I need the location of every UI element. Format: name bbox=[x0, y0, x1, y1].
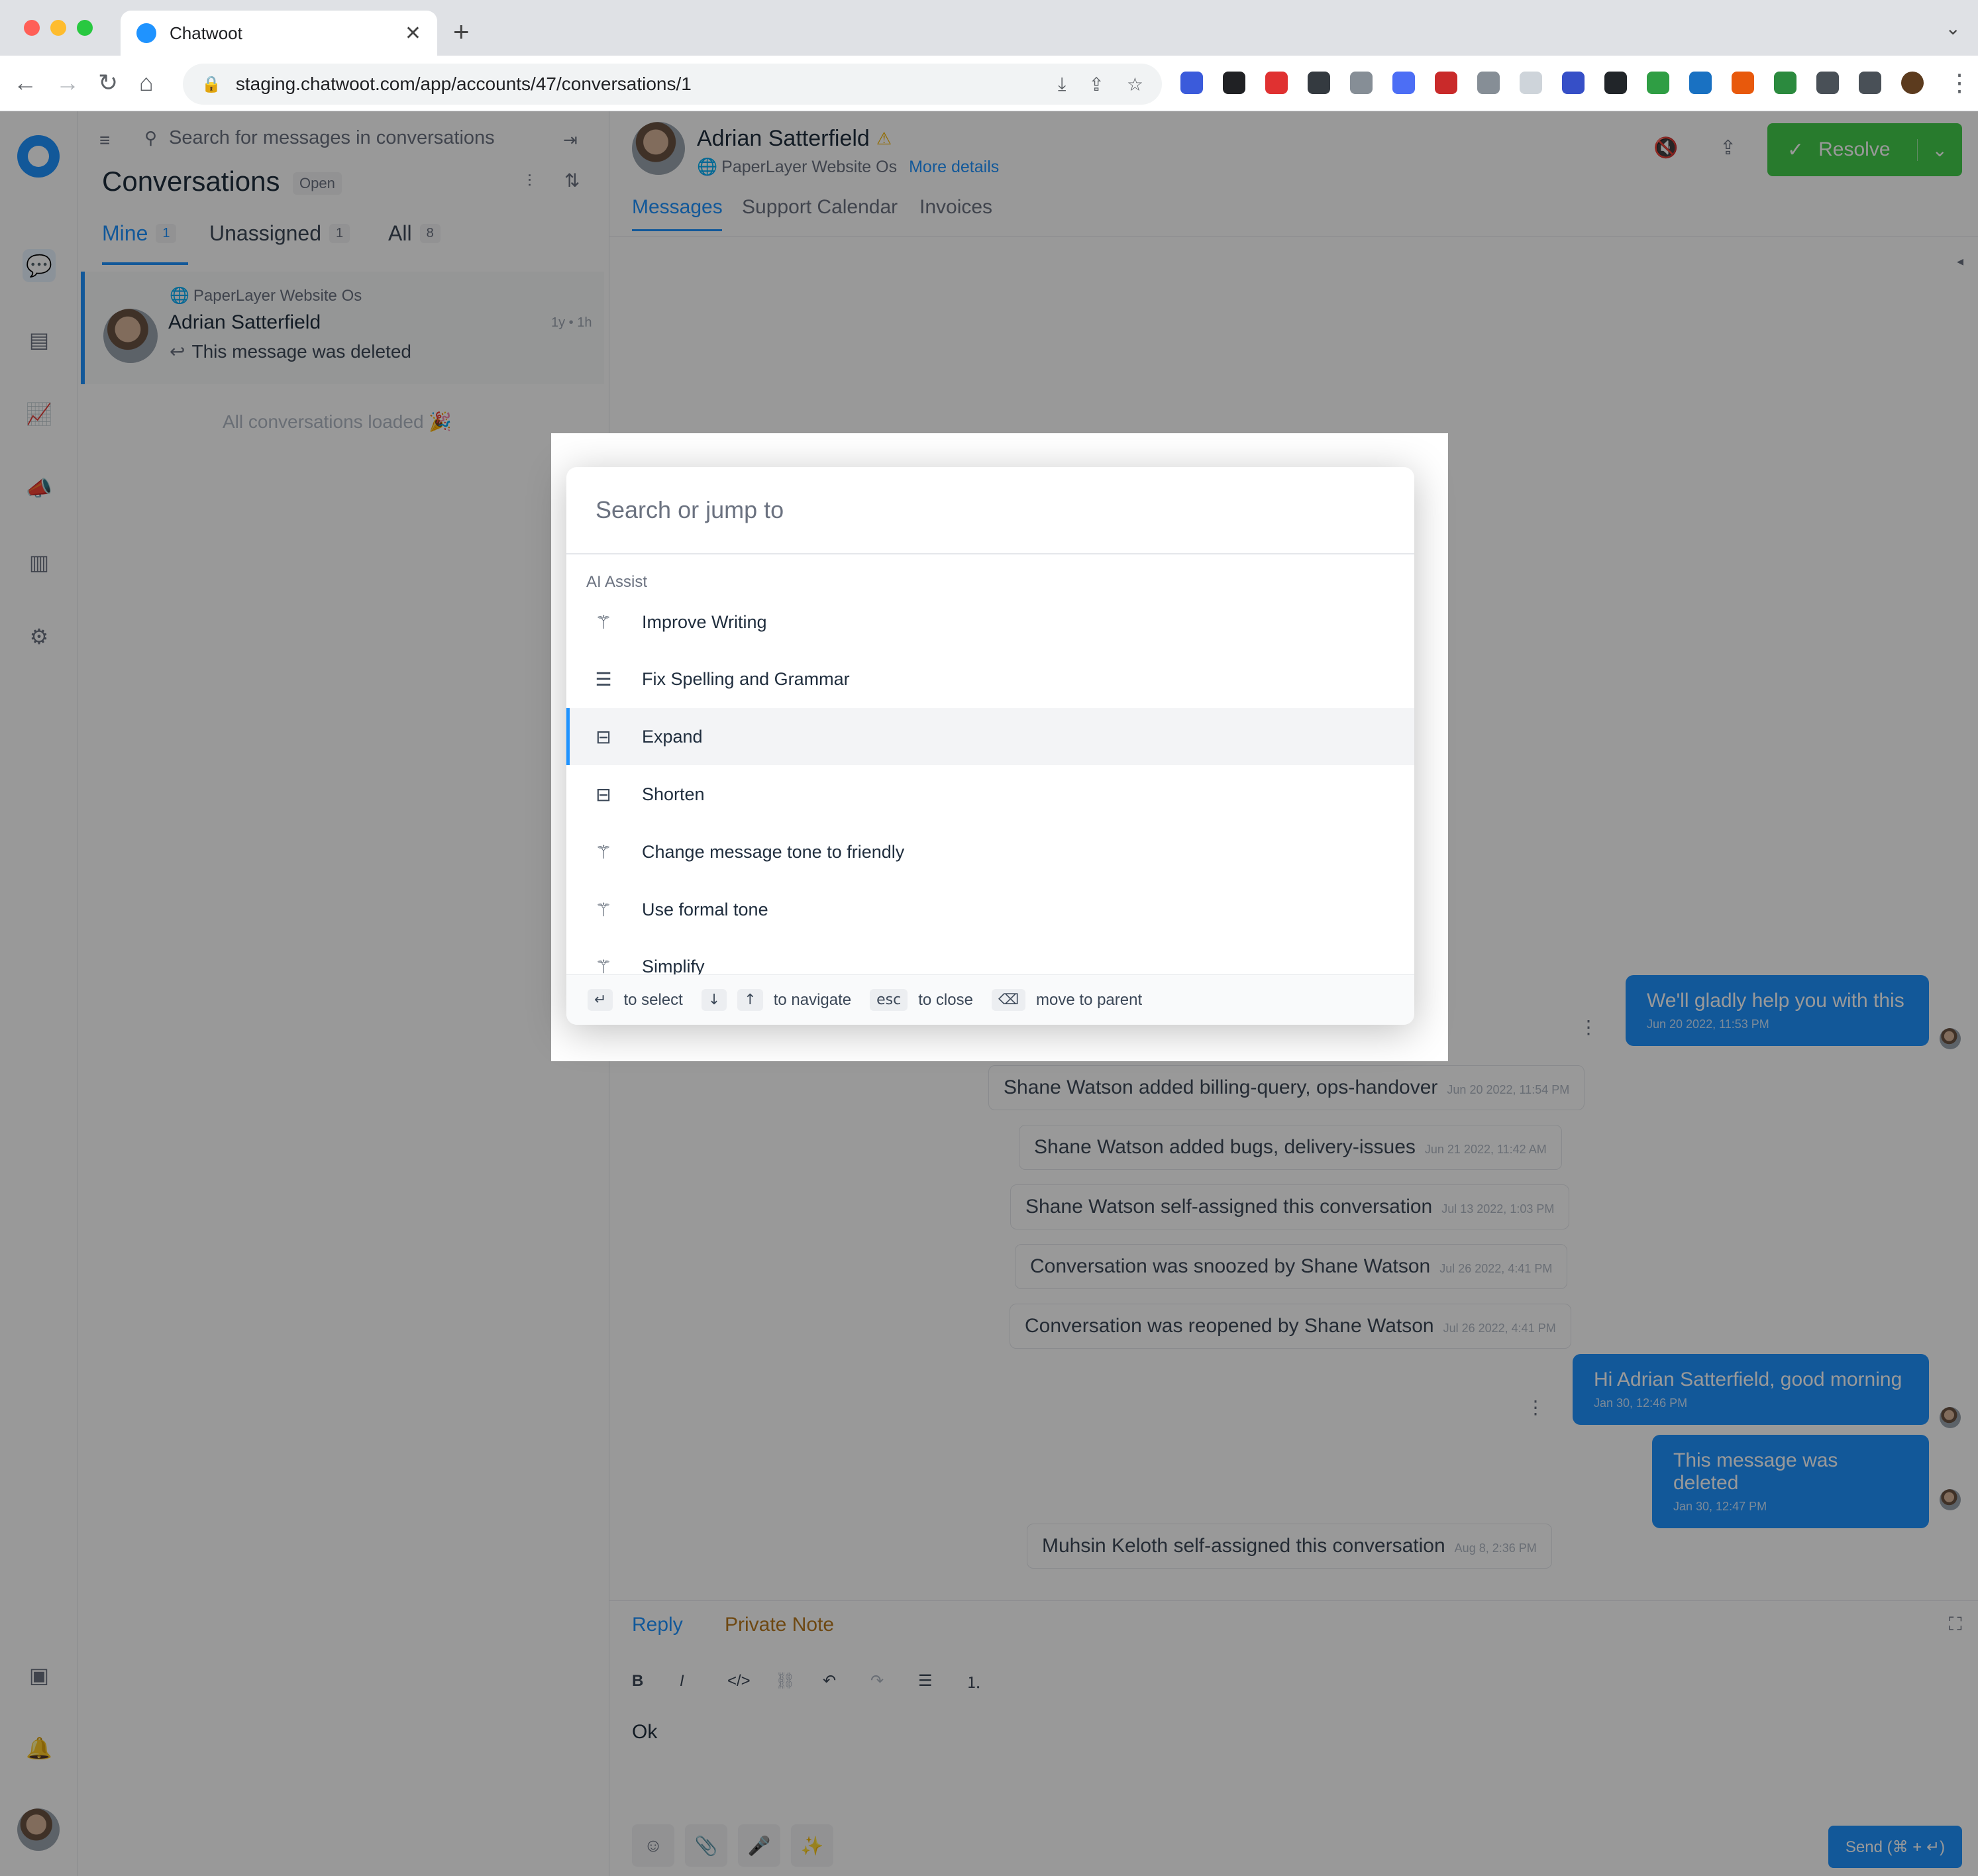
command-shorten[interactable]: ⊟ Shorten bbox=[566, 766, 1414, 823]
magic-wand-icon: ⚚ bbox=[595, 899, 612, 920]
hint-parent: ⌫ move to parent bbox=[991, 989, 1143, 1011]
shorten-text-icon: ⊟ bbox=[596, 784, 611, 805]
new-tab-button[interactable]: + bbox=[453, 16, 470, 48]
hint-text: move to parent bbox=[1036, 990, 1143, 1009]
expand-text-icon: ⊟ bbox=[596, 726, 611, 747]
browser-tab[interactable]: Chatwoot ✕ bbox=[121, 11, 437, 56]
enter-key-icon: ↵ bbox=[588, 989, 613, 1011]
esc-key: esc bbox=[870, 989, 908, 1011]
hint-close: esc to close bbox=[870, 989, 973, 1011]
command-formal-tone[interactable]: ⚚ Use formal tone bbox=[566, 881, 1414, 938]
extension-icon[interactable] bbox=[1689, 72, 1712, 94]
share-icon[interactable]: ⇪ bbox=[1088, 74, 1104, 95]
hint-text: to navigate bbox=[773, 990, 852, 1009]
extension-icon[interactable] bbox=[1562, 72, 1585, 94]
maximize-window-button[interactable] bbox=[77, 20, 93, 36]
extension-icon[interactable] bbox=[1520, 72, 1542, 94]
command-label: Change message tone to friendly bbox=[642, 841, 905, 862]
command-palette-footer: ↵ to select ↓ ↑ to navigate esc to close… bbox=[566, 974, 1414, 1025]
hint-navigate: ↓ ↑ to navigate bbox=[701, 989, 852, 1011]
command-label: Simplify bbox=[642, 956, 705, 976]
tab-close-icon[interactable]: ✕ bbox=[405, 22, 421, 45]
extension-icon[interactable] bbox=[1223, 72, 1245, 94]
command-label: Use formal tone bbox=[642, 899, 768, 919]
hint-text: to select bbox=[623, 990, 683, 1009]
command-improve-writing[interactable]: ⚚ Improve Writing bbox=[566, 594, 1414, 651]
install-icon[interactable]: ⤓ bbox=[1058, 74, 1066, 95]
profile-avatar[interactable] bbox=[1901, 72, 1924, 94]
command-search-input[interactable] bbox=[596, 496, 1385, 524]
reload-icon[interactable]: ↻ bbox=[98, 69, 118, 97]
extension-icon[interactable] bbox=[1604, 72, 1627, 94]
extension-shield-icon[interactable] bbox=[1265, 72, 1288, 94]
url-text: staging.chatwoot.com/app/accounts/47/con… bbox=[235, 74, 692, 94]
side-panel-icon[interactable] bbox=[1859, 72, 1881, 94]
hint-select: ↵ to select bbox=[588, 989, 683, 1011]
chatwoot-favicon-icon bbox=[136, 23, 156, 43]
home-icon[interactable]: ⌂ bbox=[139, 69, 154, 97]
command-label: Improve Writing bbox=[642, 611, 767, 632]
forward-arrow-icon[interactable]: → bbox=[56, 69, 79, 97]
address-bar[interactable]: 🔒 staging.chatwoot.com/app/accounts/47/c… bbox=[183, 64, 1162, 105]
arrow-down-key-icon: ↓ bbox=[701, 989, 727, 1011]
tab-search-chevron-icon[interactable]: ⌄ bbox=[1946, 17, 1961, 39]
magic-wand-icon: ⚚ bbox=[595, 611, 612, 633]
extension-icon[interactable] bbox=[1308, 72, 1330, 94]
command-label: Expand bbox=[642, 726, 703, 747]
extension-icon[interactable] bbox=[1774, 72, 1796, 94]
browser-menu-icon[interactable]: ⋮ bbox=[1948, 69, 1971, 97]
section-heading: AI Assist bbox=[586, 573, 648, 591]
extension-icon[interactable] bbox=[1180, 72, 1203, 94]
command-fix-spelling[interactable]: ☰ Fix Spelling and Grammar bbox=[566, 651, 1414, 707]
extension-play-icon[interactable] bbox=[1435, 72, 1457, 94]
magic-wand-icon: ⚚ bbox=[595, 841, 612, 862]
lock-icon: 🔒 bbox=[201, 75, 221, 93]
extension-icon[interactable] bbox=[1477, 72, 1500, 94]
extensions-puzzle-icon[interactable] bbox=[1816, 72, 1839, 94]
backspace-key-icon: ⌫ bbox=[991, 989, 1026, 1011]
extension-icon[interactable] bbox=[1392, 72, 1415, 94]
arrow-up-key-icon: ↑ bbox=[737, 989, 763, 1011]
command-search-row bbox=[566, 467, 1414, 554]
bookmark-star-icon[interactable]: ☆ bbox=[1127, 74, 1143, 95]
command-friendly-tone[interactable]: ⚚ Change message tone to friendly bbox=[566, 823, 1414, 880]
extension-icon[interactable] bbox=[1647, 72, 1669, 94]
command-expand[interactable]: ⊟ Expand bbox=[566, 708, 1414, 765]
extension-icon[interactable] bbox=[1732, 72, 1754, 94]
minimize-window-button[interactable] bbox=[50, 20, 66, 36]
hint-text: to close bbox=[918, 990, 973, 1009]
back-arrow-icon[interactable]: ← bbox=[13, 69, 37, 97]
command-label: Shorten bbox=[642, 784, 705, 804]
command-label: Fix Spelling and Grammar bbox=[642, 668, 850, 689]
command-palette: AI Assist ⚚ Improve Writing ☰ Fix Spelli… bbox=[566, 467, 1414, 1025]
extension-icon[interactable] bbox=[1350, 72, 1373, 94]
tab-title: Chatwoot bbox=[170, 23, 242, 43]
close-window-button[interactable] bbox=[24, 20, 40, 36]
text-check-icon: ☰ bbox=[595, 668, 612, 690]
